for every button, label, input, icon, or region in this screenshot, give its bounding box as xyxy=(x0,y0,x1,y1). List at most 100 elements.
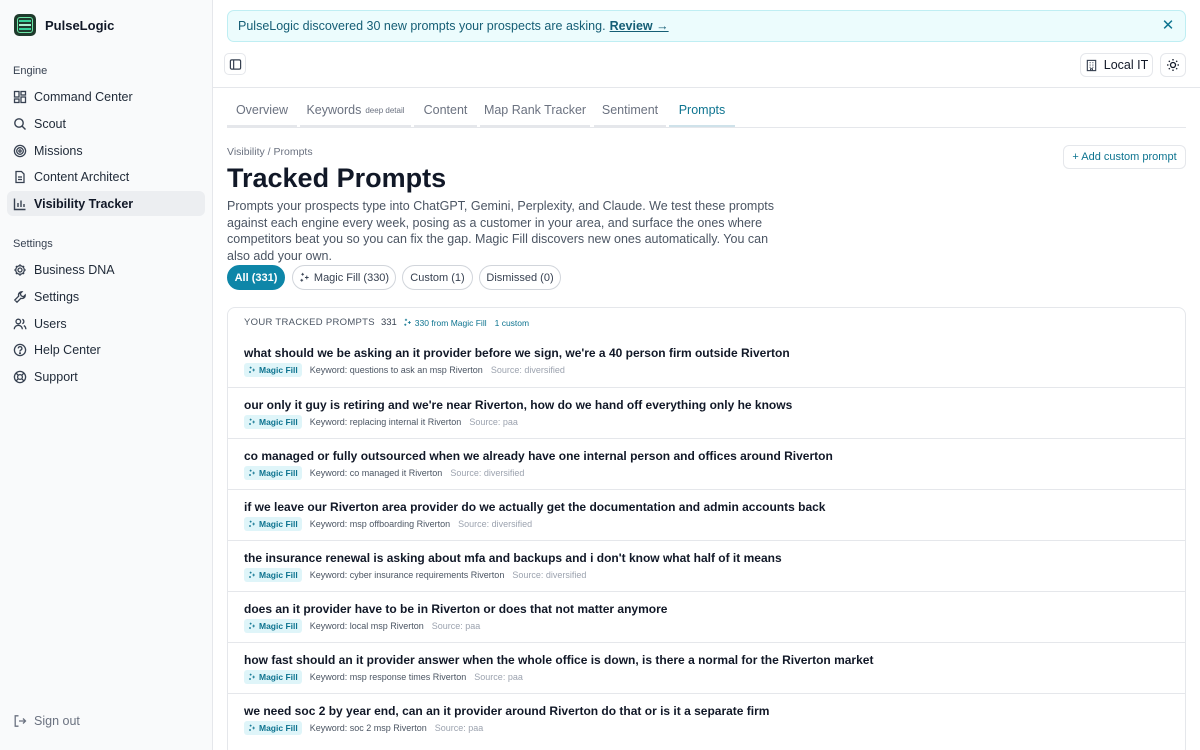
tab-map-rank-tracker[interactable]: Map Rank Tracker xyxy=(480,95,590,127)
bar-chart-icon xyxy=(13,197,27,211)
sidebar-item-missions[interactable]: Missions xyxy=(7,138,205,163)
chip-label: All (331) xyxy=(234,271,278,284)
sidebar-item-label: Missions xyxy=(34,143,83,158)
card-count: 331 xyxy=(380,317,397,328)
prompt-source: Source: paa xyxy=(474,672,523,682)
prompt-keyword: Keyword: cyber insurance requirements Ri… xyxy=(309,570,505,580)
badge-label: Magic Fill xyxy=(259,672,298,682)
magic-fill-badge: Magic Fill xyxy=(244,568,302,582)
sparkles-icon xyxy=(249,571,255,578)
prompt-keyword: Keyword: msp response times Riverton xyxy=(309,672,467,682)
prompt-text: our only it guy is retiring and we're ne… xyxy=(244,398,793,412)
magic-fill-badge: Magic Fill xyxy=(244,466,302,480)
close-icon[interactable]: ✕ xyxy=(1161,18,1175,33)
sidebar-item-label: Scout xyxy=(34,116,66,131)
prompt-source: Source: paa xyxy=(434,723,484,733)
prompt-meta: Magic Fill Keyword: replacing internal i… xyxy=(244,415,518,429)
prompt-text: what should we be asking an it provider … xyxy=(244,346,790,360)
page-title: Tracked Prompts xyxy=(227,163,447,193)
add-custom-prompt-button[interactable]: + Add custom prompt xyxy=(1063,145,1186,169)
filter-custom-chip[interactable]: Custom (1) xyxy=(402,265,473,290)
tab-prompts[interactable]: Prompts xyxy=(669,95,735,127)
prompt-row[interactable]: our only it guy is retiring and we're ne… xyxy=(228,387,1185,438)
badge-label: Magic Fill xyxy=(259,468,298,478)
sidebar-toggle-button[interactable] xyxy=(224,53,246,75)
sidebar-item-users[interactable]: Users xyxy=(7,311,205,336)
sidebar-item-settings[interactable]: Settings xyxy=(7,284,205,309)
page-description: Prompts your prospects type into ChatGPT… xyxy=(227,199,775,264)
magic-count-label: 330 from Magic Fill xyxy=(414,317,487,328)
badge-label: Magic Fill xyxy=(259,621,298,631)
sidebar-panel-icon xyxy=(229,58,242,71)
sidebar-item-business-dna[interactable]: Business DNA xyxy=(7,257,205,282)
tab-label: Prompts xyxy=(678,103,726,117)
banner-text: PulseLogic discovered 30 new prompts you… xyxy=(238,19,606,33)
prompt-row[interactable]: we need soc 2 by year end, can an it pro… xyxy=(228,693,1185,744)
card-title: YOUR TRACKED PROMPTS xyxy=(244,317,375,328)
sparkles-icon xyxy=(249,366,255,373)
sidebar-item-help-center[interactable]: Help Center xyxy=(7,337,205,362)
topbar-divider xyxy=(213,87,1200,88)
prompt-row[interactable]: does an it provider have to be in Rivert… xyxy=(228,591,1185,642)
sign-out-label: Sign out xyxy=(34,714,80,728)
badge-label: Magic Fill xyxy=(259,519,298,529)
sparkles-icon xyxy=(249,724,255,731)
sidebar-item-content-architect[interactable]: Content Architect xyxy=(7,164,205,189)
brand-logo-icon xyxy=(14,14,36,36)
sparkles-icon xyxy=(299,272,310,283)
tabs: Overview Keywords deep detail Content Map… xyxy=(227,95,1186,128)
tab-label: Content xyxy=(423,103,468,117)
tab-keywords[interactable]: Keywords deep detail xyxy=(300,95,411,127)
custom-count: 1 custom xyxy=(494,317,530,328)
prompt-meta: Magic Fill Keyword: msp offboarding Rive… xyxy=(244,517,532,531)
brand-name: PulseLogic xyxy=(45,17,115,33)
prompt-text: we need soc 2 by year end, can an it pro… xyxy=(244,704,770,718)
engine-section-label: Engine xyxy=(13,65,48,77)
badge-label: Magic Fill xyxy=(259,723,298,733)
prompt-row[interactable]: how fast should an it provider answer wh… xyxy=(228,642,1185,693)
prompt-keyword: Keyword: co managed it Riverton xyxy=(309,468,443,478)
tab-sentiment[interactable]: Sentiment xyxy=(594,95,666,127)
sidebar-item-label: Support xyxy=(34,369,78,384)
tab-sublabel: deep detail xyxy=(365,105,405,115)
theme-toggle-button[interactable] xyxy=(1160,53,1186,77)
prompt-keyword: Keyword: local msp Riverton xyxy=(309,621,424,631)
prompt-text: if we leave our Riverton area provider d… xyxy=(244,500,826,514)
sidebar: PulseLogic Engine Command Center Scout M… xyxy=(0,0,213,750)
prompt-keyword: Keyword: replacing internal it Riverton xyxy=(309,417,462,427)
prompt-row[interactable]: co managed or fully outsourced when we a… xyxy=(228,438,1185,489)
sidebar-item-support[interactable]: Support xyxy=(7,364,205,389)
filter-dismissed-chip[interactable]: Dismissed (0) xyxy=(479,265,561,290)
prompt-source: Source: diversified xyxy=(450,468,525,478)
prompt-meta: Magic Fill Keyword: soc 2 msp Riverton S… xyxy=(244,721,483,735)
prompt-text: does an it provider have to be in Rivert… xyxy=(244,602,668,616)
tab-label: Map Rank Tracker xyxy=(483,103,587,117)
sign-out-icon xyxy=(13,714,27,728)
sidebar-item-visibility-tracker[interactable]: Visibility Tracker xyxy=(7,191,205,216)
sparkles-icon xyxy=(249,469,255,476)
tab-overview[interactable]: Overview xyxy=(227,95,297,127)
workspace-switcher-button[interactable]: Local IT xyxy=(1080,53,1153,77)
prompt-row[interactable]: what should we be asking an it provider … xyxy=(228,336,1185,387)
sidebar-item-label: Command Center xyxy=(34,89,133,104)
prompt-row[interactable]: if we leave our Riverton area provider d… xyxy=(228,489,1185,540)
sign-out-button[interactable]: Sign out xyxy=(13,714,80,728)
brand[interactable]: PulseLogic xyxy=(14,14,114,36)
sidebar-item-label: Settings xyxy=(34,289,80,304)
filter-magic-fill-chip[interactable]: Magic Fill (330) xyxy=(292,265,396,290)
target-icon xyxy=(13,144,27,158)
filter-all-chip[interactable]: All (331) xyxy=(227,265,285,290)
building-icon xyxy=(1085,59,1098,72)
sidebar-item-label: Users xyxy=(34,316,67,331)
sidebar-item-label: Content Architect xyxy=(34,169,130,184)
tab-content[interactable]: Content xyxy=(414,95,477,127)
tab-label: Overview xyxy=(235,103,289,117)
banner-review-link[interactable]: Review → xyxy=(610,19,669,33)
sidebar-item-command-center[interactable]: Command Center xyxy=(7,84,205,109)
prompt-row[interactable]: the insurance renewal is asking about mf… xyxy=(228,540,1185,591)
magic-fill-count: 330 from Magic Fill xyxy=(403,318,487,328)
users-icon xyxy=(13,317,27,331)
badge-label: Magic Fill xyxy=(259,365,298,375)
sun-icon xyxy=(1166,58,1180,72)
sidebar-item-scout[interactable]: Scout xyxy=(7,111,205,136)
